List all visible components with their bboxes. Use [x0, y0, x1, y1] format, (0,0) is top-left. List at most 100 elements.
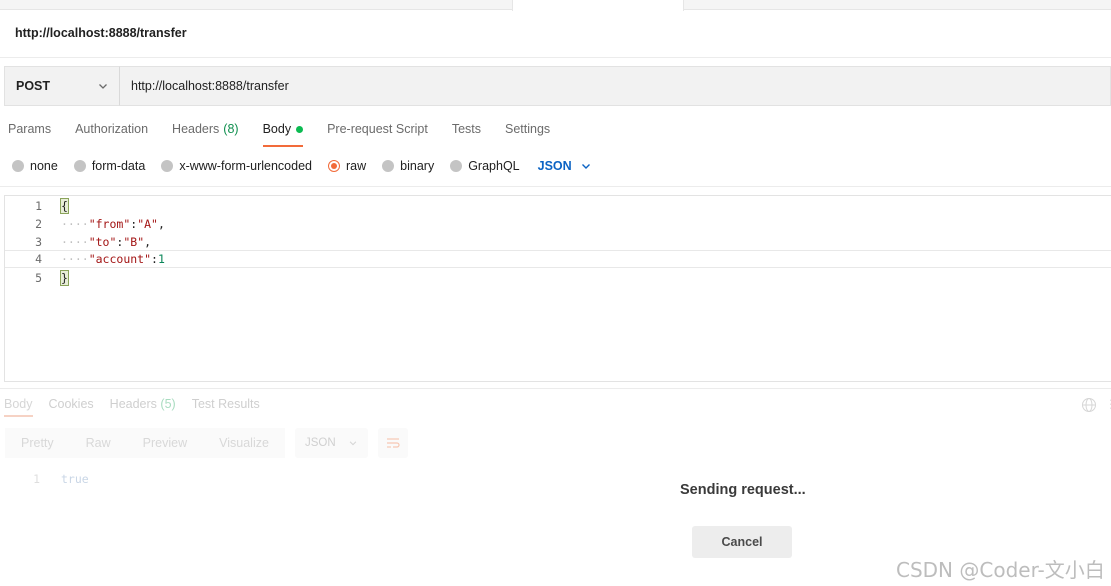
body-mode-raw[interactable]: raw [328, 159, 366, 173]
json-key: "from" [88, 217, 131, 231]
sending-request-text: Sending request... [680, 482, 806, 498]
mode-label: x-www-form-urlencoded [179, 159, 312, 173]
mode-label: form-data [91, 159, 146, 173]
response-value: true [61, 472, 89, 486]
code-text: { [60, 198, 69, 214]
tab-label: Authorization [75, 122, 149, 136]
tab-label: Body [262, 122, 292, 136]
code-line: 2 ····"from":"A", [5, 215, 1111, 233]
response-code-line: 1 true [0, 472, 89, 486]
code-text: ····"account":1 [61, 252, 165, 266]
tab-settings[interactable]: Settings [505, 122, 550, 146]
headers-count-badge: (8) [223, 122, 239, 136]
view-pretty-button[interactable]: Pretty [5, 428, 70, 458]
json-key: "account" [88, 252, 152, 266]
indent-whitespace: ···· [61, 217, 89, 231]
tab-label: Tests [451, 122, 481, 136]
wrap-lines-icon [386, 438, 400, 448]
view-visualize-button[interactable]: Visualize [203, 428, 285, 458]
tab-body[interactable]: Body [262, 122, 304, 147]
code-text: } [60, 270, 69, 286]
response-tabs: Body Cookies Headers (5) Test Results [4, 397, 276, 417]
json-key: "to" [88, 235, 117, 249]
radio-icon [450, 160, 463, 172]
line-number: 2 [35, 217, 42, 231]
response-divider [0, 388, 1111, 389]
body-mode-form-data[interactable]: form-data [73, 159, 146, 173]
more-options-icon[interactable]: ⋮ [1105, 397, 1111, 413]
radio-icon [12, 160, 24, 172]
radio-icon [161, 160, 174, 172]
method-label: POST [16, 79, 51, 93]
body-indicator-dot-icon [296, 126, 304, 133]
wrap-lines-button[interactable] [377, 428, 408, 458]
chevron-down-icon [349, 441, 356, 446]
url-input[interactable]: http://localhost:8888/transfer [120, 66, 1111, 106]
response-view-modes: Pretty Raw Preview Visualize JSON [5, 428, 408, 458]
tab-label: Params [8, 122, 52, 136]
code-line: 1 { [5, 197, 1111, 215]
tab-authorization[interactable]: Authorization [75, 122, 148, 146]
mode-label: raw [346, 159, 367, 173]
body-mode-binary[interactable]: binary [382, 159, 434, 173]
close-brace: } [60, 270, 69, 286]
tab-label: Headers [109, 397, 157, 411]
json-string-value: "A" [137, 217, 158, 231]
line-number: 5 [35, 271, 42, 285]
code-line: 5 } [5, 269, 1111, 287]
indent-whitespace: ···· [61, 235, 89, 249]
tab-label: Settings [505, 122, 551, 136]
cancel-button[interactable]: Cancel [692, 526, 792, 558]
body-mode-selector: none form-data x-www-form-urlencoded raw… [12, 158, 592, 174]
open-brace: { [60, 198, 69, 214]
view-preview-button[interactable]: Preview [126, 428, 204, 458]
tab-headers[interactable]: Headers (8) [172, 122, 239, 146]
globe-icon[interactable] [1081, 397, 1097, 413]
request-tab-strip [0, 0, 1111, 11]
json-string-value: "B" [123, 235, 145, 249]
tab-params[interactable]: Params [8, 122, 51, 146]
indent-whitespace: ···· [61, 252, 89, 266]
line-number: 1 [33, 472, 40, 486]
line-number: 3 [35, 235, 42, 249]
body-format-select[interactable]: JSON [538, 159, 592, 173]
response-tab-body[interactable]: Body [4, 397, 33, 417]
code-line: 3 ····"to":"B", [5, 233, 1111, 251]
line-number: 4 [35, 252, 42, 266]
view-raw-button[interactable]: Raw [69, 428, 127, 458]
response-format-select[interactable]: JSON [294, 428, 368, 458]
chevron-down-icon [581, 164, 590, 169]
request-tabs: Params Authorization Headers (8) Body Pre… [8, 122, 574, 147]
response-tab-cookies[interactable]: Cookies [49, 397, 94, 417]
code-line-current: 4 ····"account":1 [5, 250, 1111, 268]
mode-label: binary [400, 159, 435, 173]
chevron-down-icon [99, 84, 107, 89]
response-tab-test-results[interactable]: Test Results [192, 397, 260, 417]
method-select[interactable]: POST [4, 66, 120, 106]
colon: : [151, 252, 158, 266]
active-request-tab[interactable] [512, 0, 684, 11]
comma: , [144, 235, 152, 249]
tab-pre-request-script[interactable]: Pre-request Script [327, 122, 428, 146]
format-label: JSON [304, 437, 336, 449]
tab-label: Pre-request Script [327, 122, 428, 136]
code-text: ····"to":"B", [61, 235, 151, 249]
body-mode-none[interactable]: none [12, 159, 58, 173]
body-mode-graphql[interactable]: GraphQL [450, 159, 520, 173]
body-mode-urlencoded[interactable]: x-www-form-urlencoded [161, 159, 312, 173]
section-divider [0, 186, 1111, 187]
format-label: JSON [537, 159, 572, 173]
mode-label: none [30, 159, 58, 173]
radio-selected-icon [328, 160, 340, 172]
comma: , [157, 217, 165, 231]
url-bar: POST http://localhost:8888/transfer [4, 66, 1111, 106]
radio-icon [382, 160, 395, 172]
json-number-value: 1 [157, 252, 165, 266]
watermark-text: CSDN @Coder-文小白 [896, 558, 1105, 582]
tab-tests[interactable]: Tests [452, 122, 481, 146]
request-body-editor[interactable]: 1 { 2 ····"from":"A", 3 ····"to":"B", 4 … [4, 195, 1111, 382]
request-title: http://localhost:8888/transfer [15, 26, 187, 40]
headers-count-badge: (5) [160, 397, 176, 411]
response-tab-headers[interactable]: Headers (5) [110, 397, 176, 417]
view-mode-group: Pretty Raw Preview Visualize [5, 428, 285, 458]
